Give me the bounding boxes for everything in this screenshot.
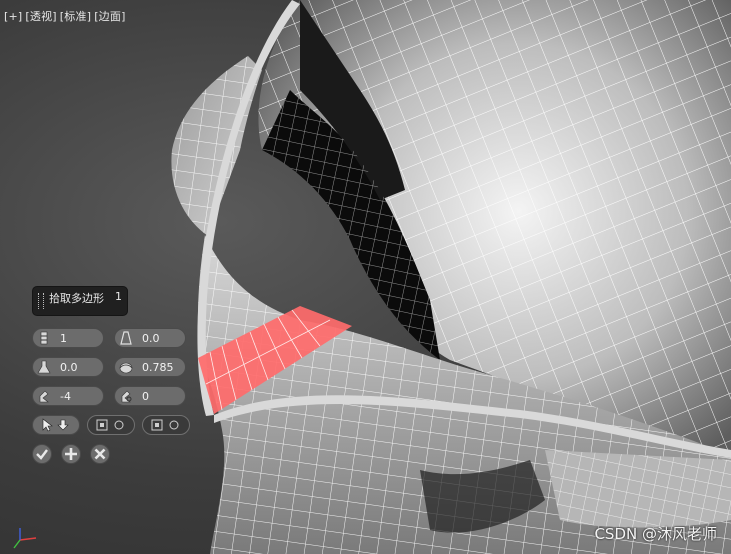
- rotation-icon: [121, 390, 132, 403]
- taper-icon: [120, 331, 132, 345]
- segments-icon: [40, 331, 48, 345]
- cancel-button[interactable]: [90, 444, 110, 464]
- smooth-icon: [119, 362, 133, 374]
- viewport-menu-edged-faces[interactable]: [边面]: [94, 10, 125, 23]
- segments-spinner[interactable]: 1: [32, 328, 104, 348]
- twist-icon: [39, 390, 49, 403]
- caddy-drag-handle[interactable]: [38, 293, 44, 309]
- plus-icon: [65, 448, 77, 460]
- rotation-spinner[interactable]: 0: [114, 386, 186, 406]
- bias-icon: [37, 360, 51, 374]
- toggle-button-a[interactable]: [87, 415, 135, 435]
- mesh-scene[interactable]: [0, 0, 731, 554]
- grid-toggle-icon: [151, 419, 179, 431]
- axis-tripod-icon: [13, 528, 37, 549]
- segments-value: 1: [60, 332, 67, 345]
- cursor-arrow-icon: [42, 418, 69, 432]
- close-icon: [94, 448, 106, 460]
- smooth-spinner[interactable]: 0.785: [114, 357, 186, 377]
- grid-toggle-icon: [96, 419, 124, 431]
- caddy-count: 1: [115, 290, 122, 303]
- bias-value: 0.0: [60, 361, 78, 374]
- caddy-title: 拾取多边形: [49, 292, 104, 305]
- viewport-menu-standard[interactable]: [标准]: [60, 10, 91, 23]
- twist-spinner[interactable]: -4: [32, 386, 104, 406]
- taper-value: 0.0: [142, 332, 160, 345]
- apply-button[interactable]: [61, 444, 81, 464]
- perspective-viewport[interactable]: [+] [透视] [标准] [边面] 拾取多边形 1 1 0.0 0.0 0.785 …: [0, 0, 731, 554]
- rotation-value: 0: [142, 390, 149, 403]
- taper-spinner[interactable]: 0.0: [114, 328, 186, 348]
- check-icon: [36, 449, 48, 460]
- smooth-value: 0.785: [142, 361, 174, 374]
- caddy-title-bar[interactable]: 拾取多边形 1: [32, 286, 128, 316]
- pick-hinge-button[interactable]: [32, 415, 80, 435]
- viewport-menu-perspective[interactable]: [透视]: [25, 10, 56, 23]
- twist-value: -4: [60, 390, 71, 403]
- ok-button[interactable]: [32, 444, 52, 464]
- watermark: CSDN @沐风老师: [594, 525, 717, 543]
- toggle-button-b[interactable]: [142, 415, 190, 435]
- viewport-label[interactable]: [+] [透视] [标准] [边面]: [4, 8, 129, 24]
- bias-spinner[interactable]: 0.0: [32, 357, 104, 377]
- viewport-menu-plus[interactable]: [+]: [4, 10, 22, 23]
